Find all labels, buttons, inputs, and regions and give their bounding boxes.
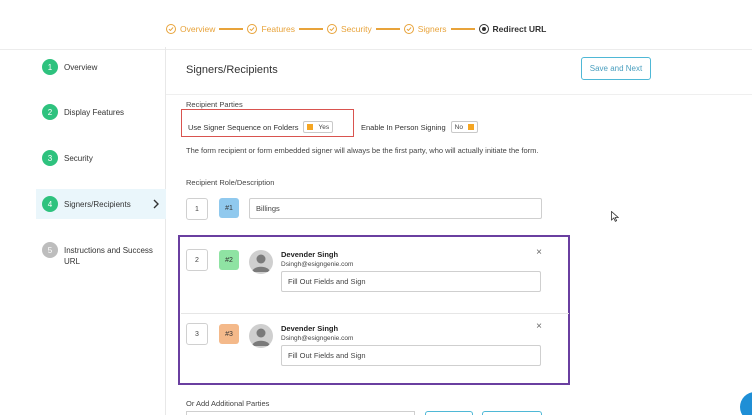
sidebar-item-label: Overview <box>64 63 98 72</box>
sidebar-item-label: Display Features <box>64 108 125 117</box>
step-redirect-url[interactable]: Redirect URL <box>478 24 547 34</box>
first-party-description: The form recipient or form embedded sign… <box>186 146 539 155</box>
step-label: Redirect URL <box>492 24 547 34</box>
step-number-badge: 3 <box>42 150 58 166</box>
mouse-cursor-icon <box>611 211 619 222</box>
in-person-signing-setting: Enable In Person Signing No <box>361 121 478 133</box>
step-connector <box>298 28 323 30</box>
step-number-badge: 1 <box>42 59 58 75</box>
step-label: Security <box>340 24 372 34</box>
sidebar-item-security[interactable]: 3 Security <box>36 150 166 172</box>
add-party-button[interactable] <box>425 411 473 415</box>
step-label: Features <box>261 24 295 34</box>
add-party-button-secondary[interactable] <box>482 411 542 415</box>
top-progress-bar: Overview Features Security Signers Redir… <box>0 0 752 50</box>
divider <box>166 94 752 95</box>
step-number-badge: 4 <box>42 196 58 212</box>
step-label: Overview <box>180 24 216 34</box>
check-circle-icon <box>166 24 176 34</box>
step-connector <box>450 28 475 30</box>
recipient-parties-label: Recipient Parties <box>186 100 243 109</box>
page-title: Signers/Recipients <box>186 64 278 76</box>
sidebar-item-display-features[interactable]: 2 Display Features <box>36 104 166 126</box>
signer-sequence-label: Use Signer Sequence on Folders <box>188 122 299 132</box>
recipient-role-input[interactable]: Billings <box>249 198 542 219</box>
toggle-indicator <box>467 124 474 130</box>
check-circle-icon <box>247 24 258 34</box>
recipient-order-box[interactable]: 1 <box>186 198 208 220</box>
add-parties-label: Or Add Additional Parties <box>186 399 270 408</box>
add-party-input[interactable] <box>186 411 415 415</box>
recipient-action-input[interactable]: Fill Out Fields and Sign <box>281 345 541 366</box>
step-overview[interactable]: Overview <box>166 24 215 34</box>
recipient-tag: #2 <box>219 250 239 270</box>
sidebar-item-instructions[interactable]: 5 Instructions and Success URL <box>36 242 166 268</box>
signer-email: Dsingh@esigngenie.com <box>281 261 354 268</box>
signer-name: Devender Singh <box>281 324 339 333</box>
sidebar-item-label: Signers/Recipients <box>64 200 131 209</box>
in-person-signing-label: Enable In Person Signing <box>361 122 446 132</box>
step-signers[interactable]: Signers <box>403 24 447 34</box>
avatar <box>249 324 273 348</box>
step-security[interactable]: Security <box>326 24 372 34</box>
user-icon <box>252 254 270 272</box>
avatar <box>249 250 273 274</box>
save-and-next-button[interactable]: Save and Next <box>581 57 651 80</box>
signer-sequence-setting: Use Signer Sequence on Folders Yes <box>188 121 334 133</box>
toggle-value: No <box>454 123 463 131</box>
close-icon[interactable]: × <box>534 322 544 332</box>
sidebar-item-label: Instructions and Success URL <box>64 246 153 266</box>
recipient-action-input[interactable]: Fill Out Fields and Sign <box>281 271 541 292</box>
sidebar-item-signers-recipients[interactable]: 4 Signers/Recipients <box>36 189 166 219</box>
step-number-badge: 5 <box>42 242 58 258</box>
main-panel: Signers/Recipients Save and Next Recipie… <box>166 47 752 415</box>
step-number-badge: 2 <box>42 104 58 120</box>
in-person-signing-toggle[interactable]: No <box>450 121 478 133</box>
recipient-tag: #3 <box>219 324 239 344</box>
chevron-right-icon <box>153 199 159 209</box>
recipient-order-box[interactable]: 3 <box>186 323 208 345</box>
step-connector <box>219 28 244 30</box>
check-circle-icon <box>326 24 337 34</box>
close-icon[interactable]: × <box>534 248 544 258</box>
toggle-value: Yes <box>318 123 330 131</box>
step-label: Signers <box>417 24 447 34</box>
user-icon <box>252 328 270 346</box>
divider <box>181 313 569 314</box>
sidebar-item-overview[interactable]: 1 Overview <box>36 59 166 81</box>
step-features[interactable]: Features <box>247 24 295 34</box>
recipient-tag: #1 <box>219 198 239 218</box>
signer-sequence-toggle[interactable]: Yes <box>303 121 334 133</box>
sidebar: 1 Overview 2 Display Features 3 Security… <box>36 47 166 415</box>
signer-email: Dsingh@esigngenie.com <box>281 335 354 342</box>
step-connector <box>375 28 400 30</box>
signer-name: Devender Singh <box>281 250 339 259</box>
step-progress: Overview Features Security Signers Redir… <box>166 22 546 36</box>
recipient-order-box[interactable]: 2 <box>186 249 208 271</box>
check-circle-icon <box>403 24 414 34</box>
current-step-icon <box>478 24 489 34</box>
toggle-indicator <box>307 124 314 130</box>
recipient-role-label: Recipient Role/Description <box>186 178 275 187</box>
sidebar-item-label: Security <box>64 154 93 163</box>
